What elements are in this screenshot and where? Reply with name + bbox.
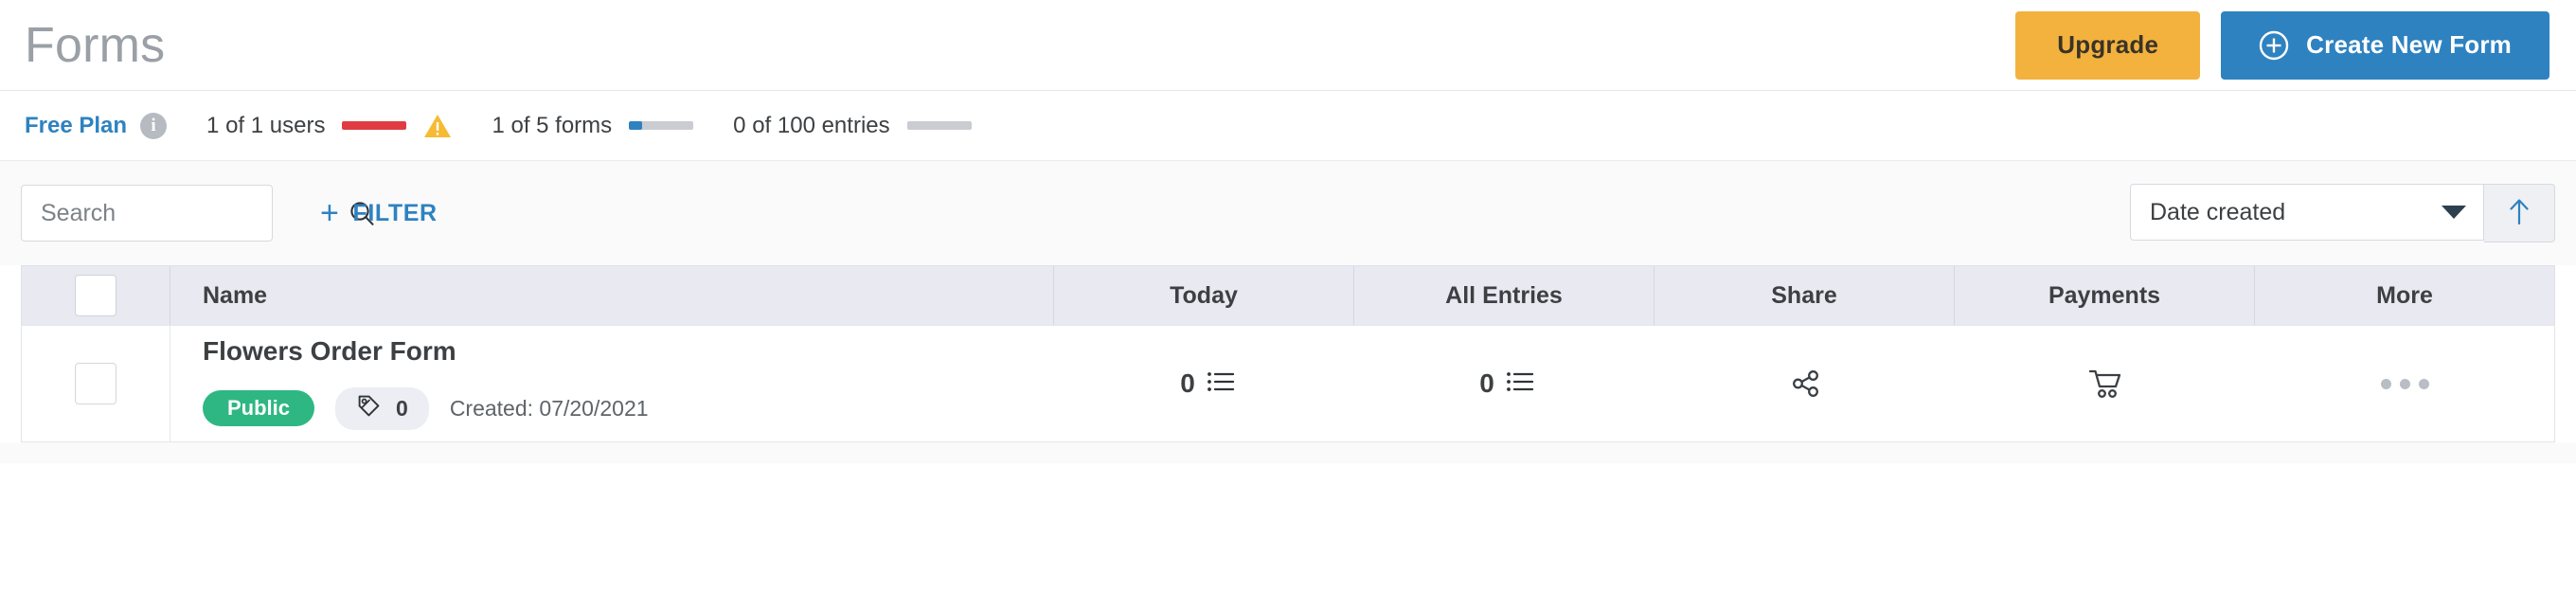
usage-forms-meter [629,121,694,130]
ellipsis-dot [2380,378,2391,389]
table-header-row: Name Today All Entries Share Payments Mo… [21,265,2555,325]
search-box[interactable] [21,185,374,242]
plus-circle-icon [2259,30,2289,61]
page-footer-strip [0,442,2576,463]
search-input[interactable] [39,198,348,228]
all-entries-link[interactable]: 0 [1479,368,1534,399]
sort-by-select[interactable]: Date created [2130,184,2484,241]
today-entries-link[interactable]: 0 [1180,368,1235,399]
forms-page: Forms Upgrade Create New Form Free Plan … [0,0,2576,610]
column-header-payments[interactable]: Payments [1955,266,2255,325]
column-header-name-label: Name [203,281,268,309]
form-meta: Public 0 Created: 07/20/2021 [203,386,649,430]
column-header-share-label: Share [1771,281,1837,309]
form-name-link[interactable]: Flowers Order Form [203,337,649,365]
free-plan-link[interactable]: Free Plan [25,113,127,139]
chevron-down-icon [2442,206,2466,219]
row-today-cell: 0 [1058,326,1357,441]
page-title: Forms [25,17,166,73]
usage-users: 1 of 1 users [206,113,452,139]
today-count: 0 [1180,368,1195,398]
usage-forms-meter-fill [629,121,642,130]
share-icon[interactable] [1790,368,1822,400]
select-all-checkbox[interactable] [75,275,116,316]
create-new-form-label: Create New Form [2306,30,2512,59]
sort-by-value: Date created [2150,198,2286,225]
column-header-all-entries[interactable]: All Entries [1354,266,1655,325]
usage-forms: 1 of 5 forms [492,112,694,139]
warning-triangle-icon [423,113,452,139]
tag-count: 0 [396,395,408,421]
all-entries-count: 0 [1479,368,1494,398]
row-payments-cell [1956,326,2255,441]
row-share-cell [1656,326,1956,441]
ellipsis-dot [2399,378,2410,389]
usage-entries-label: 0 of 100 entries [733,112,890,138]
sort-direction-button[interactable] [2484,184,2555,242]
column-header-today[interactable]: Today [1054,266,1354,325]
list-icon [1506,369,1534,399]
column-header-name[interactable]: Name [170,266,1054,325]
column-header-payments-label: Payments [2048,281,2161,309]
forms-table: Name Today All Entries Share Payments Mo… [21,265,2555,442]
create-new-form-button[interactable]: Create New Form [2221,10,2549,80]
toolbar: + FILTER Date created [0,161,2576,265]
usage-users-meter [342,121,407,130]
row-select-cell [22,326,170,441]
tag-icon [356,394,381,423]
row-more-cell [2255,326,2554,441]
column-header-share[interactable]: Share [1655,266,1955,325]
filter-label: FILTER [352,199,438,226]
header-actions: Upgrade Create New Form [2015,10,2549,80]
column-header-more-label: More [2376,281,2433,309]
usage-forms-label: 1 of 5 forms [492,112,613,138]
select-all-cell [22,266,170,325]
upgrade-button[interactable]: Upgrade [2015,10,2201,80]
info-icon[interactable]: i [140,112,168,139]
list-icon [1207,369,1235,399]
table-row[interactable]: Flowers Order Form Public 0 Created: 07/… [21,325,2555,442]
tag-badge[interactable]: 0 [335,386,429,430]
ellipsis-icon[interactable] [2380,378,2429,389]
usage-users-meter-fill [342,121,407,130]
created-date: Created: 07/20/2021 [449,395,649,421]
row-all-entries-cell: 0 [1357,326,1656,441]
page-header: Forms Upgrade Create New Form [0,0,2576,91]
usage-entries: 0 of 100 entries [733,112,972,139]
column-header-all-entries-label: All Entries [1445,281,1563,309]
column-header-more[interactable]: More [2255,266,2554,325]
row-checkbox[interactable] [75,363,116,404]
ellipsis-dot [2418,378,2429,389]
status-badge[interactable]: Public [203,390,315,426]
sort-controls: Date created [2130,184,2555,242]
plus-icon: + [320,194,340,231]
shopping-cart-icon[interactable] [2088,368,2122,400]
row-name-cell: Flowers Order Form Public 0 Created: 07/… [170,326,1058,441]
column-header-today-label: Today [1170,281,1238,309]
usage-entries-meter [906,121,972,130]
arrow-up-icon [2505,196,2533,231]
plan-usage-bar: Free Plan i 1 of 1 users 1 of 5 forms 0 [0,91,2576,161]
filter-button[interactable]: + FILTER [314,194,443,233]
usage-users-label: 1 of 1 users [206,112,326,138]
